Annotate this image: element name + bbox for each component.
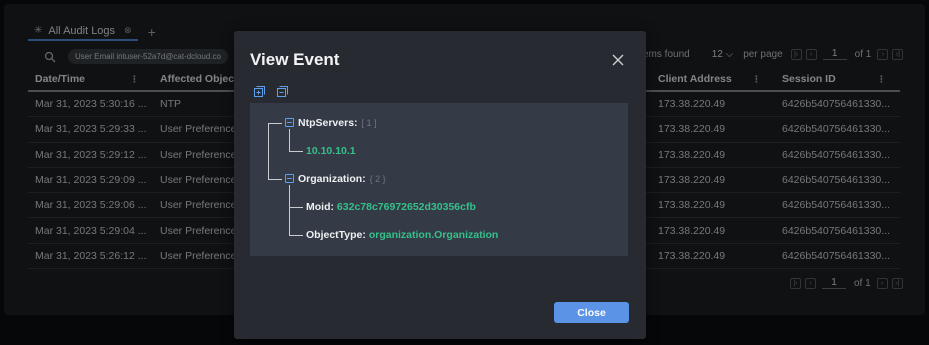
tree-key: Organization:	[298, 173, 366, 185]
tree-value: 632c78c76972652d30356cfb	[336, 201, 476, 213]
view-event-modal: View Event NtpServers:[ 1 ] 10.10.10.1 O…	[234, 31, 646, 339]
collapse-ntpservers-icon[interactable]	[285, 118, 294, 127]
tree-key: Moid:	[306, 201, 334, 213]
close-button[interactable]: Close	[554, 302, 629, 323]
tree-node-ntpservers: NtpServers:[ 1 ]	[298, 117, 377, 129]
tree-key: NtpServers:	[298, 117, 358, 129]
tree-value-ntp: 10.10.10.1	[306, 145, 356, 157]
tree-node-objecttype: ObjectType: organization.Organization	[306, 229, 498, 241]
expand-all-icon[interactable]	[254, 86, 265, 97]
modal-close-icon[interactable]	[611, 53, 625, 67]
event-tree: NtpServers:[ 1 ] 10.10.10.1 Organization…	[250, 103, 628, 256]
collapse-organization-icon[interactable]	[285, 174, 294, 183]
modal-title: View Event	[250, 50, 340, 69]
tree-value: organization.Organization	[368, 229, 499, 241]
tree-node-organization: Organization:{ 2 }	[298, 173, 386, 185]
tree-count: [ 1 ]	[361, 118, 377, 128]
tree-node-moid: Moid: 632c78c76972652d30356cfb	[306, 201, 476, 213]
tree-count: { 2 }	[369, 174, 386, 184]
tree-key: ObjectType:	[306, 229, 366, 241]
collapse-all-icon[interactable]	[277, 86, 288, 97]
